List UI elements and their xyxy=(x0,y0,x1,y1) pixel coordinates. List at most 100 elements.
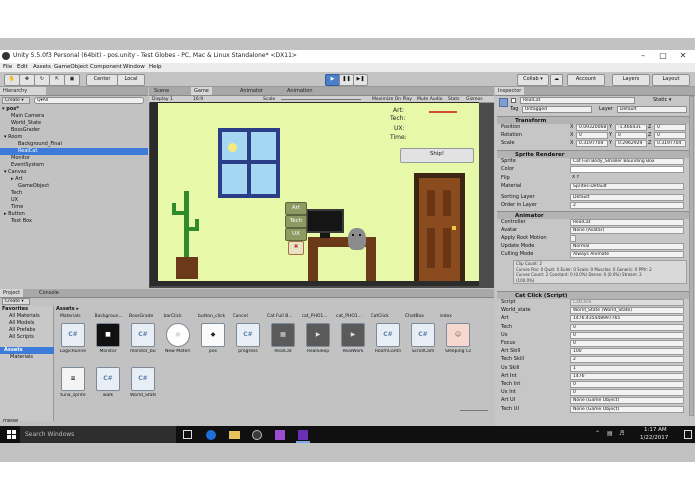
favorites-header[interactable]: Favorites xyxy=(2,306,28,313)
materials-folder[interactable]: Materials xyxy=(10,354,33,361)
transform-header[interactable]: Transform xyxy=(497,116,689,124)
sprite-renderer-row-value[interactable]: X Y xyxy=(570,175,684,182)
game-screen[interactable]: Art: Tech: UX: Time: Ship! Art Tech UX ✖ xyxy=(158,103,479,281)
cat-click-row-value[interactable]: 1476 xyxy=(570,372,684,380)
pause-icon[interactable]: ❚❚ xyxy=(339,74,354,86)
cat-click-row-value[interactable]: None (Game Object) xyxy=(570,397,684,405)
unity-taskbar-icon[interactable] xyxy=(252,430,262,440)
ship-button[interactable]: Ship! xyxy=(400,148,474,163)
close-icon[interactable]: ✕ xyxy=(677,51,689,61)
cat-click-row-value[interactable]: CatClick xyxy=(570,299,684,306)
hierarchy-search-input[interactable]: Q▾All xyxy=(34,97,144,104)
cat-click-row-value[interactable]: World_State (World_State) xyxy=(570,307,684,315)
menu-window[interactable]: Window xyxy=(123,64,145,70)
scale-slider[interactable] xyxy=(281,99,361,100)
tab-animation[interactable]: Animation xyxy=(284,87,316,95)
object-name-field[interactable]: RealCat xyxy=(520,97,635,104)
hierarchy-item[interactable]: Background_Final xyxy=(18,141,62,148)
hierarchy-item[interactable]: ▾ Room xyxy=(4,134,22,141)
favorites-all-scripts[interactable]: All Scripts xyxy=(9,334,34,341)
account-dropdown[interactable]: Account xyxy=(567,74,605,86)
asset-column-header[interactable]: BossGrade xyxy=(129,313,161,320)
asset-column-header[interactable]: index xyxy=(440,313,472,320)
hierarchy-item[interactable]: World_State xyxy=(11,120,41,127)
animator-row-value[interactable]: RealCat xyxy=(570,219,684,226)
sprite-renderer-header[interactable]: Sprite Renderer xyxy=(497,150,689,158)
transform-x-field[interactable]: 0.09320068 xyxy=(576,124,608,131)
asset-column-header[interactable]: ChatBox xyxy=(405,313,437,320)
browser-icon[interactable] xyxy=(206,430,216,440)
hierarchy-item[interactable]: RealCat xyxy=(0,148,148,155)
project-breadcrumb[interactable]: Assets ▸ xyxy=(56,306,79,313)
animator-row-value[interactable] xyxy=(570,235,576,242)
cat-click-row-value[interactable]: 1476.435448997765 xyxy=(570,315,684,323)
asset-column-header[interactable]: cat_PHO1... xyxy=(302,313,334,320)
cat-click-row-value[interactable]: 1 xyxy=(570,364,684,372)
task-view-icon[interactable] xyxy=(183,430,192,439)
tab-console[interactable]: Console xyxy=(36,289,62,297)
animator-row-value[interactable]: Always Animate xyxy=(570,251,684,258)
sprite-renderer-row-value[interactable]: Sprites-Default xyxy=(570,183,684,190)
monitor-screen[interactable] xyxy=(306,209,344,233)
cancel-x-icon[interactable]: ✖ xyxy=(288,241,304,255)
visual-studio-icon[interactable] xyxy=(275,430,285,440)
asset-column-header[interactable]: Cancel xyxy=(233,313,265,320)
tab-game[interactable]: Game xyxy=(191,87,212,95)
asset-item[interactable]: C# RoomControl... xyxy=(375,323,401,354)
asset-item[interactable]: C# walk xyxy=(95,367,121,398)
transform-z-field[interactable]: 0 xyxy=(654,124,686,131)
cat-click-row-value[interactable]: 100 xyxy=(570,348,684,356)
cat-click-row-value[interactable]: 0 xyxy=(570,389,684,397)
scale-tool-icon[interactable]: ⇱ xyxy=(49,74,65,86)
asset-item[interactable]: ■ Monitor xyxy=(95,323,121,354)
animator-row-value[interactable]: None (Avatar) xyxy=(570,227,684,234)
hierarchy-item[interactable]: Text Box xyxy=(11,218,32,225)
menu-help[interactable]: Help xyxy=(149,64,162,70)
visual-studio-icon[interactable] xyxy=(298,430,308,440)
asset-item[interactable]: C# World_State xyxy=(130,367,156,398)
door[interactable] xyxy=(419,178,460,281)
transform-x-field[interactable]: 0 xyxy=(576,132,608,139)
asset-item[interactable]: ☺ Sleeping Cat xyxy=(445,323,471,354)
step-icon[interactable]: ▶❚ xyxy=(353,74,368,86)
tab-animator[interactable]: Animator xyxy=(237,87,266,95)
asset-column-header[interactable]: button_click xyxy=(198,313,230,320)
asset-item[interactable]: C# monitor_but... xyxy=(130,323,156,354)
collab-button[interactable]: Collab ▾ xyxy=(517,74,549,86)
asset-item[interactable]: C# ScrollCam xyxy=(410,323,436,354)
tray-up-icon[interactable]: ⌃ xyxy=(595,430,600,437)
asset-item[interactable]: ◆ pos xyxy=(200,323,226,354)
hierarchy-item[interactable]: UX xyxy=(11,197,18,204)
windows-start-icon[interactable] xyxy=(7,430,16,439)
tab-scene[interactable]: Scene xyxy=(151,87,172,95)
hierarchy-item[interactable]: Time xyxy=(11,204,23,211)
notifications-icon[interactable] xyxy=(684,430,692,439)
project-create-button[interactable]: Create ▾ xyxy=(2,298,30,305)
asset-item[interactable]: C# progress xyxy=(235,323,261,354)
hierarchy-item[interactable]: ▾ Canvas xyxy=(4,169,26,176)
tab-project[interactable]: Project xyxy=(0,289,24,297)
menu-edit[interactable]: Edit xyxy=(17,64,28,70)
ux-button[interactable]: UX xyxy=(285,228,307,241)
layer-dropdown[interactable]: Default xyxy=(617,106,687,113)
art-button[interactable]: Art xyxy=(285,202,307,215)
sprite-renderer-row-value[interactable] xyxy=(570,166,684,173)
favorites-all-models[interactable]: All Models xyxy=(9,320,34,327)
icon-size-slider[interactable] xyxy=(460,410,488,411)
asset-item[interactable]: ≡ tuna_sprite xyxy=(60,367,86,398)
asset-item[interactable]: ▶ RealWork xyxy=(340,323,366,354)
cat-click-row-value[interactable]: None (Game Object) xyxy=(570,405,684,413)
asset-column-header[interactable]: CatClick xyxy=(371,313,403,320)
hierarchy-item[interactable]: GameObject xyxy=(18,183,49,190)
tab-hierarchy[interactable]: Hierarchy xyxy=(0,87,46,95)
active-checkbox[interactable] xyxy=(511,98,516,103)
hierarchy-item[interactable]: Monitor xyxy=(11,155,30,162)
hierarchy-create-button[interactable]: Create ▾ xyxy=(2,97,30,104)
animator-row-value[interactable]: Normal xyxy=(570,243,684,250)
cat-click-row-value[interactable]: 2 xyxy=(570,356,684,364)
taskbar-search-input[interactable]: Search Windows xyxy=(25,431,74,438)
asset-column-header[interactable]: cat_PHO1... xyxy=(336,313,368,320)
asset-column-header[interactable]: Backgroun... xyxy=(95,313,127,320)
asset-item[interactable]: ● New Materi... xyxy=(165,323,191,354)
tag-dropdown[interactable]: Untagged xyxy=(522,106,592,113)
